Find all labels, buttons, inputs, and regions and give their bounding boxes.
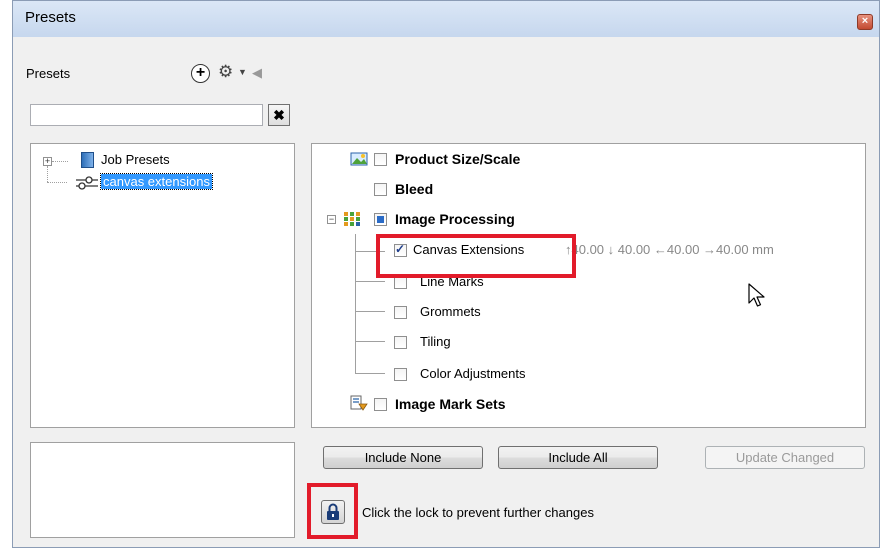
sliders-icon: [76, 176, 98, 190]
product-size-checkbox[interactable]: [374, 153, 387, 166]
tree-line: [47, 182, 67, 183]
book-icon: [81, 152, 94, 168]
tree-item-label: Job Presets: [101, 152, 170, 167]
settings-item-label: Product Size/Scale: [395, 151, 521, 167]
highlight-box: [376, 234, 576, 278]
settings-item-bleed[interactable]: Bleed: [312, 179, 852, 203]
tree-line: [47, 166, 48, 182]
image-processing-checkbox[interactable]: [374, 213, 387, 226]
color-adjustments-checkbox[interactable]: [394, 368, 407, 381]
settings-list: Product Size/Scale Bleed − Image Process…: [311, 143, 866, 428]
settings-item-tiling[interactable]: Tiling: [312, 332, 612, 356]
settings-item-product-size[interactable]: Product Size/Scale: [312, 149, 852, 173]
image-mark-sets-icon: [350, 395, 368, 411]
tree-item-label: canvas extensions: [100, 173, 213, 190]
settings-item-label: Image Processing: [395, 211, 515, 227]
settings-item-color-adjustments[interactable]: Color Adjustments: [312, 364, 612, 388]
settings-item-label: Grommets: [420, 304, 481, 319]
description-box: [30, 442, 295, 538]
presets-heading: Presets: [26, 66, 71, 81]
highlight-box: [307, 483, 358, 539]
settings-item-image-processing[interactable]: − Image Processing: [312, 209, 852, 233]
mouse-cursor-icon: [748, 283, 765, 307]
settings-item-label: Bleed: [395, 181, 434, 197]
update-changed-button[interactable]: Update Changed: [705, 446, 865, 469]
include-all-button[interactable]: Include All: [498, 446, 658, 469]
settings-item-label: Tiling: [420, 334, 451, 349]
bleed-checkbox[interactable]: [374, 183, 387, 196]
presets-tree: + Job Presets canvas extensions: [30, 143, 295, 428]
expand-icon[interactable]: +: [43, 157, 52, 166]
tiling-checkbox[interactable]: [394, 336, 407, 349]
settings-item-grommets[interactable]: Grommets: [312, 302, 612, 326]
gear-icon[interactable]: ⚙: [218, 62, 233, 82]
clear-search-button[interactable]: ✖: [268, 104, 290, 126]
collapse-arrow-icon[interactable]: ◀: [252, 65, 262, 81]
add-preset-icon[interactable]: +: [191, 64, 210, 83]
settings-item-label: Image Mark Sets: [395, 396, 506, 412]
image-resize-icon: [350, 152, 368, 166]
title-bar: Presets ×: [13, 1, 879, 37]
include-none-button[interactable]: Include None: [323, 446, 483, 469]
lock-message: Click the lock to prevent further change…: [362, 505, 594, 520]
search-input[interactable]: [30, 104, 263, 126]
collapse-icon[interactable]: −: [327, 215, 336, 224]
chevron-down-icon[interactable]: ▼: [238, 67, 247, 77]
image-processing-icon: [344, 212, 360, 226]
tree-line: [52, 161, 68, 162]
canvas-extension-values: ↑40.00 ↓ 40.00 ←40.00 →40.00 mm: [565, 242, 774, 257]
image-mark-sets-checkbox[interactable]: [374, 398, 387, 411]
window-title: Presets: [25, 9, 76, 26]
settings-item-image-mark-sets[interactable]: Image Mark Sets: [312, 394, 852, 418]
close-icon[interactable]: ×: [857, 14, 873, 30]
settings-item-label: Color Adjustments: [420, 366, 526, 381]
grommets-checkbox[interactable]: [394, 306, 407, 319]
